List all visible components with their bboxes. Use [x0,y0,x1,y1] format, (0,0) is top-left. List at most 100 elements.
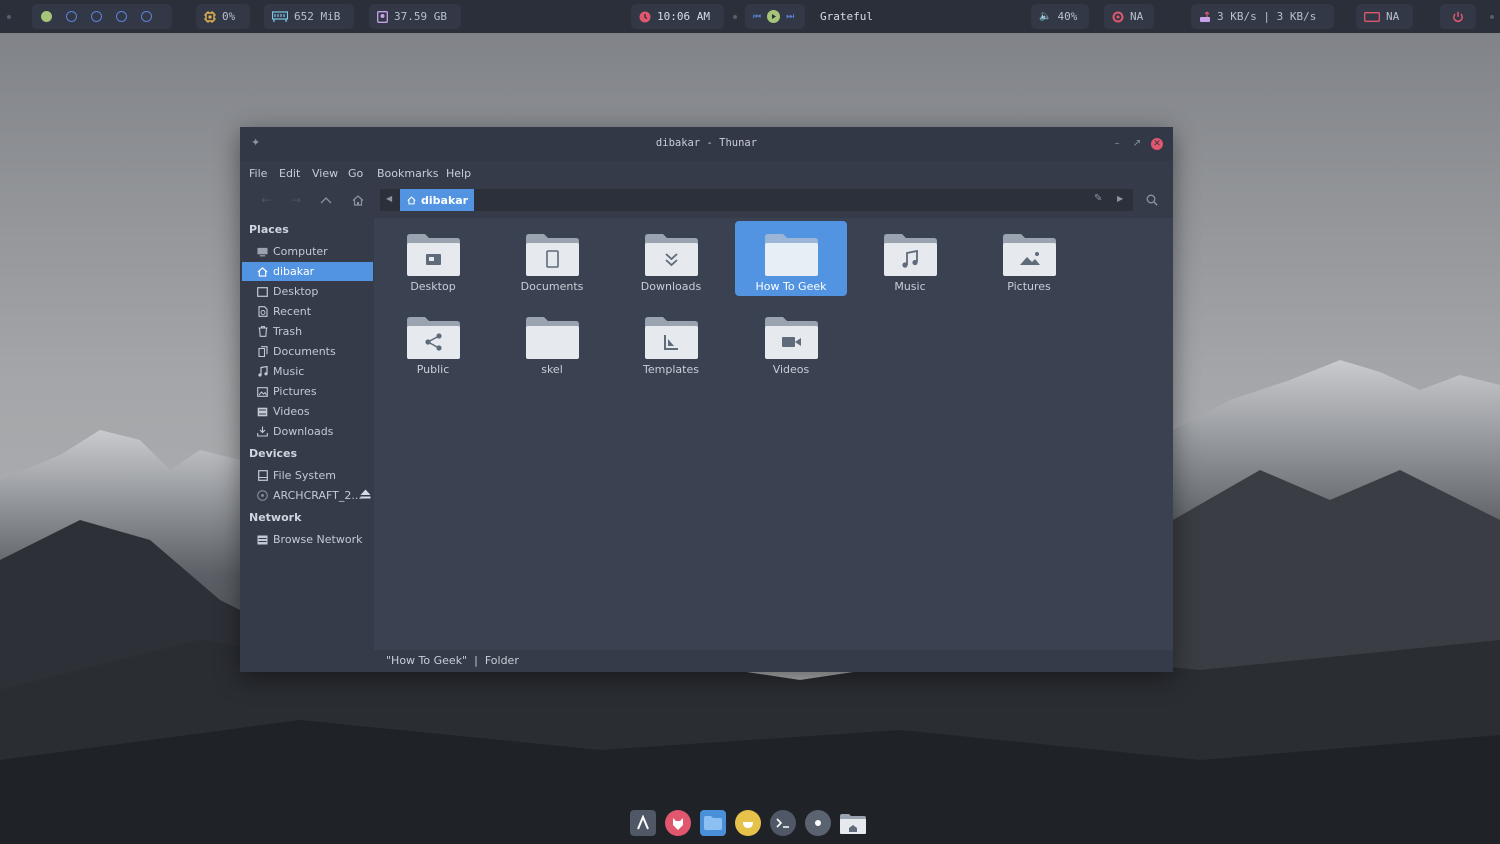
memory-icon [272,11,288,22]
folder-documents[interactable]: Documents [496,221,608,296]
menu-edit[interactable]: Edit [279,167,300,180]
cpu-widget: 0% [196,4,250,29]
folder-videos[interactable]: Videos [735,304,847,379]
location-bar[interactable]: ◀ dibakar ✎ ▶ [380,189,1133,211]
disc-icon [257,490,268,501]
sidebar-item-label: ARCHCRAFT_2... [273,489,362,502]
clock-widget[interactable]: 10:06 AM [631,4,724,29]
folder-downloads[interactable]: Downloads [615,221,727,296]
close-button[interactable]: ✕ [1151,138,1163,150]
folder-label: Downloads [640,280,702,293]
folder-pictures[interactable]: Pictures [973,221,1085,296]
folder-templates-icon [645,317,698,359]
sidebar-item-pictures[interactable]: Pictures [242,382,373,401]
folder-templates[interactable]: Templates [615,304,727,379]
folder-how-to-geek[interactable]: How To Geek [735,221,847,296]
firefox-icon[interactable] [665,810,691,836]
files-icon[interactable] [700,810,726,836]
icon-view[interactable]: Desktop Documents Downloads How To Geek … [374,218,1173,672]
home-folder-icon[interactable] [840,810,866,836]
power-button[interactable] [1440,4,1476,29]
trash-icon [257,326,268,337]
menu-bookmarks[interactable]: Bookmarks [377,167,438,180]
sidebar-item-label: Browse Network [273,533,363,546]
power-icon [1452,11,1464,23]
maximize-button[interactable]: ↗ [1131,138,1143,150]
workspace-4[interactable] [116,11,127,22]
folder-label: Music [894,280,926,293]
sidebar-item-recent[interactable]: Recent [242,302,373,321]
sidebar-item-label: Desktop [273,285,319,298]
volume-widget[interactable]: 🔈 40% [1031,4,1089,29]
folder-music[interactable]: Music [854,221,966,296]
previous-track-icon[interactable]: ⏮ [753,12,761,22]
sidebar-item-archcraft-disc[interactable]: ARCHCRAFT_2... [242,486,373,505]
sidebar-item-browse-network[interactable]: Browse Network [242,530,373,549]
breadcrumb-dibakar[interactable]: dibakar [400,189,474,211]
workspace-1[interactable] [41,11,52,22]
menu-help[interactable]: Help [446,167,471,180]
drive-icon [257,470,268,481]
path-scroll-left-icon[interactable]: ◀ [386,194,392,203]
sidebar-item-downloads[interactable]: Downloads [242,422,373,441]
archcraft-icon[interactable] [630,810,656,836]
sidebar-item-label: File System [273,469,336,482]
next-track-icon[interactable]: ⏭ [786,12,794,22]
folder-desktop[interactable]: Desktop [377,221,489,296]
workspace-5[interactable] [141,11,152,22]
dock [630,810,866,840]
devices-heading: Devices [249,447,298,460]
minimize-button[interactable]: – [1111,138,1123,150]
home-icon [407,195,416,205]
documents-icon [257,346,268,357]
folder-skel[interactable]: skel [496,304,608,379]
folder-label: Pictures [1007,280,1051,293]
workspace-2[interactable] [66,11,77,22]
folder-desktop-icon [407,234,460,276]
folder-skel-icon [526,317,579,359]
play-icon[interactable] [767,10,781,23]
sidebar-item-desktop[interactable]: Desktop [242,282,373,301]
window-title: dibakar - Thunar [655,137,758,149]
folder-label: Public [416,363,450,376]
toolbar: ← → ◀ dibakar ✎ ▶ [240,185,1173,215]
memory-widget: 652 MiB [264,4,354,29]
menu-go[interactable]: Go [348,167,363,180]
status-selection-type: Folder [484,654,519,667]
menu-view[interactable]: View [312,167,338,180]
folder-videos-icon [765,317,818,359]
editor-icon[interactable] [735,810,761,836]
side-pane: Places Computer dibakar Desktop Recent T… [240,218,374,672]
sidebar-item-dibakar[interactable]: dibakar [242,262,373,281]
parent-folder-button[interactable] [317,191,335,209]
back-button[interactable]: ← [257,191,275,209]
sidebar-item-file-system[interactable]: File System [242,466,373,485]
edit-path-icon[interactable]: ✎ [1094,193,1102,204]
sidebar-item-label: Computer [273,245,328,258]
window-titlebar[interactable]: ✦ dibakar - Thunar – ↗ ✕ [240,127,1173,161]
workspace-3[interactable] [91,11,102,22]
path-scroll-right-icon[interactable]: ▶ [1117,194,1123,203]
terminal-icon[interactable] [770,810,796,836]
sidebar-item-videos[interactable]: Videos [242,402,373,421]
panel-dot [1490,15,1494,19]
sidebar-item-trash[interactable]: Trash [242,322,373,341]
disk-icon [377,10,388,23]
sidebar-item-documents[interactable]: Documents [242,342,373,361]
menu-file[interactable]: File [249,167,267,180]
eject-icon[interactable] [360,489,371,502]
settings-icon[interactable] [805,810,831,836]
sidebar-item-computer[interactable]: Computer [242,242,373,261]
sidebar-item-music[interactable]: Music [242,362,373,381]
home-button[interactable] [349,191,367,209]
search-button[interactable] [1143,191,1161,209]
network-icon [257,534,268,545]
menubar: File Edit View Go Bookmarks Help [240,161,1173,185]
panel-dot [733,15,737,19]
disk-widget: 37.59 GB [369,4,461,29]
sidebar-item-label: Trash [273,325,303,338]
sidebar-item-label: Downloads [273,425,334,438]
sidebar-item-label: Pictures [273,385,317,398]
forward-button[interactable]: → [287,191,305,209]
folder-public[interactable]: Public [377,304,489,379]
